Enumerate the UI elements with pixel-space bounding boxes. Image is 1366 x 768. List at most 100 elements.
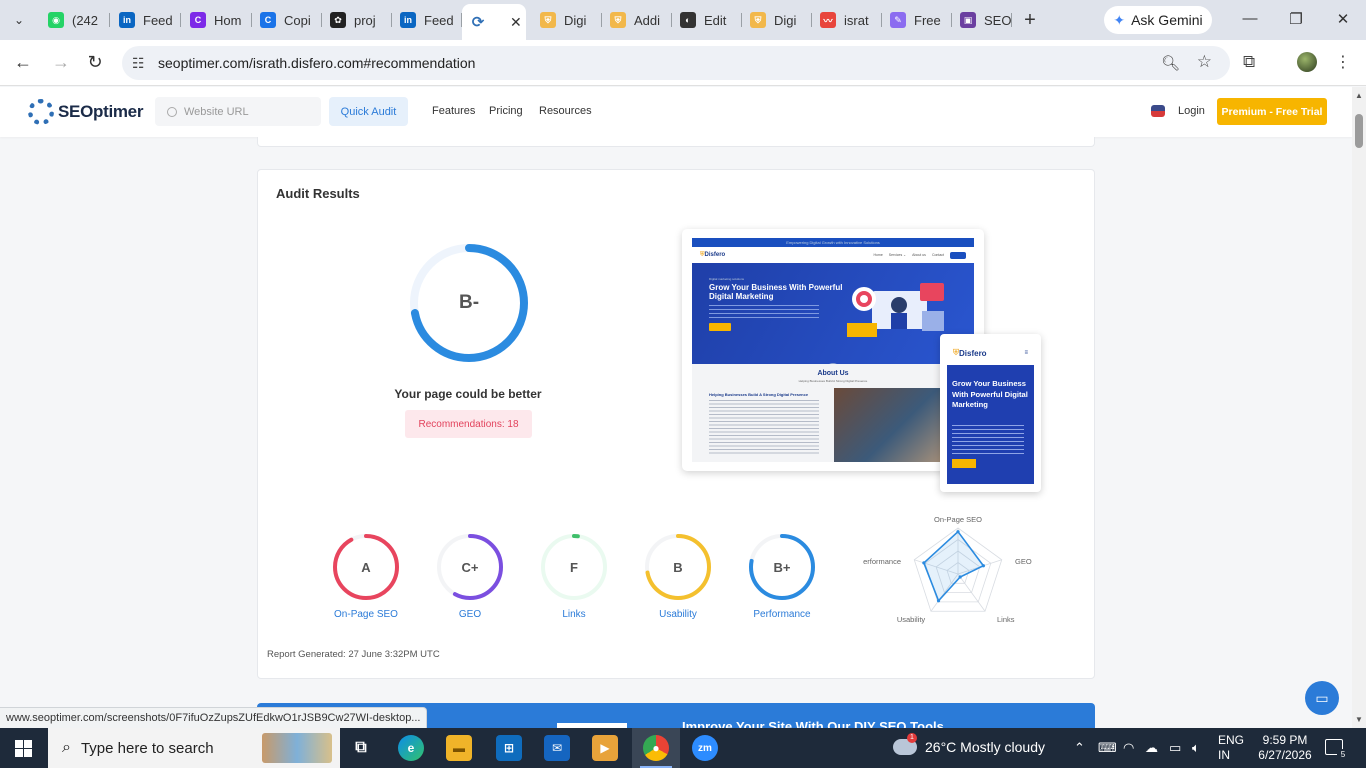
task-view-icon[interactable]: ⧉ [348, 735, 374, 761]
grade-links[interactable]: F Links [539, 532, 609, 620]
desktop-screenshot-image: Empowering Digital Growth with Innovativ… [692, 238, 974, 462]
mobile-screenshot[interactable]: ⛨ Disfero ≡ Grow Your Business With Powe… [940, 334, 1041, 492]
windows-start-icon[interactable] [15, 740, 32, 757]
scroll-down-icon[interactable]: ▼ [1355, 715, 1363, 724]
minimize-icon[interactable]: — [1240, 10, 1260, 27]
website-url-input[interactable] [184, 105, 314, 118]
browser-tab-8[interactable]: ⛨ Addi [602, 6, 672, 34]
forward-arrow-icon[interactable]: → [50, 52, 72, 73]
taskbar-search[interactable]: ⌕ Type here to search [48, 728, 340, 768]
usability-grade: B [673, 559, 683, 575]
browser-tab-6[interactable]: ⟳ ✕ [462, 4, 526, 40]
bookmark-star-icon[interactable]: ☆ [1197, 52, 1212, 72]
preview-nav-home: Home [873, 253, 883, 257]
language-flag-icon[interactable] [1151, 105, 1165, 117]
chat-bubble-icon[interactable]: ▭ [1305, 681, 1339, 715]
mobile-menu-icon: ≡ [1024, 350, 1028, 356]
preview-nav-contact: Contact [931, 253, 944, 257]
browser-tab-10[interactable]: ⛨ Digi [742, 6, 812, 34]
grade-performance[interactable]: B+ Performance [747, 532, 817, 620]
browser-tab-12[interactable]: ✎ Free [882, 6, 952, 34]
nav-features[interactable]: Features [432, 105, 475, 117]
browser-tab-1[interactable]: in Feed [111, 6, 181, 34]
address-bar[interactable]: ☷ seoptimer.com/israth.disfero.com#recom… [122, 46, 1230, 80]
reload-icon[interactable]: ↻ [84, 52, 106, 73]
browser-tab-7[interactable]: ⛨ Digi [532, 6, 602, 34]
linkedin-icon: in [119, 12, 135, 28]
browser-tab-2[interactable]: C Hom [182, 6, 252, 34]
profile-avatar[interactable] [1297, 52, 1317, 72]
tray-battery-icon[interactable]: ▭ [1169, 740, 1181, 756]
on-page-seo-label[interactable]: On-Page SEO [306, 609, 426, 620]
seoptimer-icon: ⟳ [471, 14, 485, 31]
grade-usability[interactable]: B Usability [643, 532, 713, 620]
new-tab-button[interactable]: + [1019, 9, 1041, 31]
tray-device-icon[interactable]: ⌨ [1098, 740, 1117, 756]
tray-wifi-icon[interactable]: ◠ [1123, 740, 1134, 756]
verdict-text: Your page could be better [394, 387, 542, 401]
usability-label[interactable]: Usability [618, 609, 738, 620]
mobile-brand: Disfero [959, 348, 987, 358]
grade-geo[interactable]: C+ GEO [435, 532, 505, 620]
site-info-icon[interactable]: ☷ [132, 55, 150, 72]
geo-label[interactable]: GEO [410, 609, 530, 620]
radar-point-3 [936, 599, 941, 603]
browser-tab-4[interactable]: ✿ proj [322, 6, 392, 34]
browser-tab-13[interactable]: ▣ SEO [952, 6, 1012, 34]
preview-brand: Disfero [704, 252, 726, 258]
restore-icon[interactable]: ❐ [1286, 10, 1306, 28]
premium-trial-button[interactable]: Premium - Free Trial [1217, 98, 1327, 125]
recommendations-badge[interactable]: Recommendations: 18 [405, 410, 532, 438]
tray-volume-icon[interactable]: 🔈︎ [1192, 740, 1200, 756]
browser-tab-3[interactable]: C Copi [252, 6, 322, 34]
extensions-puzzle-icon[interactable]: ⧉ [1243, 52, 1255, 72]
website-url-field[interactable] [155, 97, 321, 126]
browser-menu-icon[interactable]: ⋮ [1335, 52, 1351, 72]
copilot-icon: C [260, 12, 276, 28]
page-scrollbar[interactable]: ▲ ▼ [1352, 87, 1366, 728]
weather-widget[interactable]: 1 26°C Mostly cloudy [893, 733, 1045, 755]
chrome-icon[interactable]: ● [643, 735, 669, 761]
browser-tab-strip: ⌄ ◉ (242 in Feed C Hom C Copi ✿ proj in Feed ⟳ ✕ ⛨ Digi… [0, 0, 1366, 40]
quick-audit-button[interactable]: Quick Audit [329, 97, 408, 126]
back-arrow-icon[interactable]: ← [12, 52, 34, 73]
tab-search-chevron-icon[interactable]: ⌄ [8, 9, 30, 31]
browser-tab-11[interactable]: 〰 israt [812, 6, 882, 34]
nav-pricing[interactable]: Pricing [489, 105, 523, 117]
links-label[interactable]: Links [514, 609, 634, 620]
ask-gemini-button[interactable]: ✦ Ask Gemini [1104, 6, 1212, 34]
microsoft-store-icon[interactable]: ⊞ [496, 735, 522, 761]
seo-icon: ▣ [960, 12, 976, 28]
notification-center-icon[interactable]: 5 [1325, 739, 1349, 761]
scrollbar-thumb[interactable] [1355, 114, 1363, 148]
desktop-screenshot[interactable]: Empowering Digital Growth with Innovativ… [682, 229, 984, 471]
language-indicator[interactable]: ENG IN [1218, 733, 1244, 763]
close-tab-icon[interactable]: ✕ [510, 14, 522, 31]
taskbar-clock[interactable]: 9:59 PM 6/27/2026 [1256, 733, 1314, 763]
edge-icon[interactable]: e [398, 735, 424, 761]
zoom-app-icon[interactable]: zm [692, 735, 718, 761]
preview-topbar: Empowering Digital Growth with Innovativ… [692, 238, 974, 247]
nav-resources[interactable]: Resources [539, 105, 592, 117]
performance-label[interactable]: Performance [722, 609, 842, 620]
media-player-icon[interactable]: ▶ [592, 735, 618, 761]
login-link[interactable]: Login [1178, 105, 1205, 117]
browser-tab-9[interactable]: ◐ Edit [672, 6, 742, 34]
browser-tab-label: Free [914, 12, 941, 28]
browser-tab-0[interactable]: ◉ (242 [40, 6, 110, 34]
scroll-up-icon[interactable]: ▲ [1355, 91, 1363, 100]
grade-on-page-seo[interactable]: A On-Page SEO [331, 532, 401, 620]
close-window-icon[interactable]: ✕ [1333, 10, 1353, 28]
browser-tab-5[interactable]: in Feed [392, 6, 462, 34]
tray-chevron-up-icon[interactable]: ⌃ [1074, 740, 1085, 756]
file-explorer-icon[interactable]: ▬ [446, 735, 472, 761]
mobile-preview-nav: ⛨ Disfero ≡ [947, 341, 1034, 365]
preview-about-sub: Helping Businesses Build A Strong Digita… [798, 379, 868, 383]
outlook-icon[interactable]: ✉ [544, 735, 570, 761]
zoom-icon[interactable]: 🔍︎ [1161, 54, 1180, 72]
seoptimer-logo[interactable]: SEOptimer [28, 99, 143, 125]
preview-about-title: About Us [817, 370, 849, 377]
tray-onedrive-icon[interactable]: ☁ [1145, 740, 1158, 756]
address-url[interactable]: seoptimer.com/israth.disfero.com#recomme… [158, 55, 475, 71]
feather-icon: ✎ [890, 12, 906, 28]
